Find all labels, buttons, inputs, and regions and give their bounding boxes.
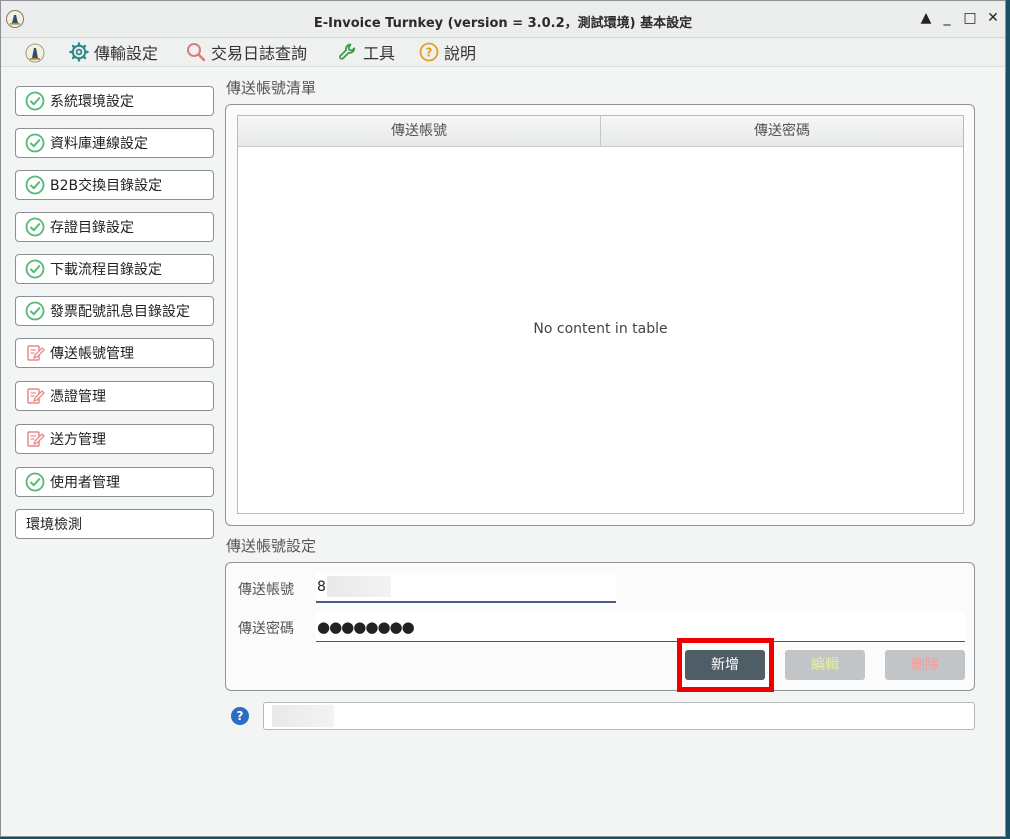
sidebar-item-certificate[interactable]: 憑證管理 (15, 381, 214, 411)
sidebar-item-label: B2B交換目錄設定 (50, 178, 163, 194)
app-logo-icon (25, 43, 45, 63)
main-window: E-Invoice Turnkey (version = 3.0.2，測試環境)… (0, 0, 1006, 837)
password-input-value: ●●●●●●●● (317, 618, 415, 636)
menu-transaction-log[interactable]: 交易日誌查詢 (186, 41, 307, 63)
sidebar-item-download-dir[interactable]: 下載流程目錄設定 (15, 254, 214, 284)
sidebar-item-database[interactable]: 資料庫連線設定 (15, 128, 214, 158)
content-area: 系統環境設定 資料庫連線設定 B2B交換目錄設定 存證目錄設定 下載流程目錄設定… (2, 67, 1004, 835)
menu-transmission-settings[interactable]: 傳輸設定 (69, 41, 158, 63)
sidebar-item-label: 下載流程目錄設定 (50, 262, 162, 278)
empty-table-message: No content in table (533, 321, 668, 337)
column-header-account[interactable]: 傳送帳號 (238, 116, 600, 146)
account-list-group: 傳送帳號 傳送密碼 No content in table (225, 104, 975, 526)
account-label: 傳送帳號 (238, 582, 294, 598)
password-label: 傳送密碼 (238, 621, 294, 637)
delete-button[interactable]: 刪除 (885, 650, 965, 680)
sidebar-item-label: 存證目錄設定 (50, 220, 134, 236)
password-input[interactable]: ●●●●●●●● (316, 612, 965, 642)
maximize-button[interactable]: □ (962, 10, 978, 26)
sidebar-item-sender[interactable]: 送方管理 (15, 424, 214, 454)
sidebar-item-label: 環境檢測 (26, 517, 82, 533)
sidebar-item-env-check[interactable]: 環境檢測 (15, 509, 214, 539)
account-table[interactable]: 傳送帳號 傳送密碼 No content in table (237, 115, 964, 514)
edit-document-icon (27, 431, 45, 447)
account-settings-group: 傳送帳號 8 傳送密碼 ●●●●●●●● 新增 編輯 刪除 (225, 562, 975, 691)
menu-label: 交易日誌查詢 (211, 44, 308, 63)
sidebar-item-user[interactable]: 使用者管理 (15, 467, 214, 497)
account-input-value: 8 (317, 579, 326, 595)
title-bar[interactable]: E-Invoice Turnkey (version = 3.0.2，測試環境)… (1, 1, 1005, 38)
sidebar-item-transmit-account[interactable]: 傳送帳號管理 (15, 338, 214, 368)
help-icon[interactable]: ? (231, 707, 249, 725)
sidebar-item-b2b-dir[interactable]: B2B交換目錄設定 (15, 170, 214, 200)
status-message-field (263, 702, 975, 730)
help-icon: ? (419, 42, 439, 62)
window-title: E-Invoice Turnkey (version = 3.0.2，測試環境)… (313, 16, 693, 31)
svg-text:?: ? (426, 46, 433, 60)
menu-bar: 傳輸設定 交易日誌查詢 工具 ? 說明 (1, 38, 1005, 67)
sidebar-item-system-env[interactable]: 系統環境設定 (15, 86, 214, 116)
edit-button[interactable]: 編輯 (785, 650, 865, 680)
sidebar-item-label: 傳送帳號管理 (50, 346, 134, 362)
sidebar-item-label: 資料庫連線設定 (50, 136, 148, 152)
search-icon (187, 43, 206, 62)
close-button[interactable]: ✕ (985, 10, 1001, 26)
menu-help[interactable]: ? 說明 (419, 41, 476, 63)
account-input[interactable]: 8 (316, 573, 616, 603)
edit-document-icon (27, 388, 45, 404)
check-circle-icon (25, 259, 45, 279)
sidebar-item-label: 送方管理 (50, 432, 106, 448)
check-circle-icon (25, 133, 45, 153)
account-list-title: 傳送帳號清單 (226, 79, 317, 97)
sidebar-item-label: 系統環境設定 (50, 94, 134, 110)
wrench-icon (339, 43, 356, 60)
menu-tools[interactable]: 工具 (338, 41, 395, 63)
add-button-highlight (677, 638, 774, 692)
gear-icon (69, 42, 89, 62)
pin-icon[interactable]: ▲ (918, 10, 934, 26)
sidebar-item-label: 發票配號訊息目錄設定 (50, 304, 190, 320)
check-circle-icon (25, 91, 45, 111)
redacted-text (272, 705, 334, 727)
edit-document-icon (27, 345, 45, 361)
account-settings-title: 傳送帳號設定 (226, 537, 317, 555)
sidebar-item-label: 使用者管理 (50, 475, 120, 491)
minimize-button[interactable]: _ (939, 10, 955, 26)
redacted-text (327, 576, 391, 597)
sidebar-item-invoice-number-dir[interactable]: 發票配號訊息目錄設定 (15, 296, 214, 326)
menu-label: 工具 (363, 44, 396, 63)
menu-label: 說明 (444, 44, 477, 63)
sidebar-item-archive-dir[interactable]: 存證目錄設定 (15, 212, 214, 242)
column-header-password[interactable]: 傳送密碼 (601, 116, 963, 146)
check-circle-icon (25, 472, 45, 492)
sidebar-item-label: 憑證管理 (50, 389, 106, 405)
table-header: 傳送帳號 傳送密碼 (238, 116, 963, 147)
check-circle-icon (25, 301, 45, 321)
check-circle-icon (25, 175, 45, 195)
menu-label: 傳輸設定 (94, 44, 159, 63)
check-circle-icon (25, 217, 45, 237)
